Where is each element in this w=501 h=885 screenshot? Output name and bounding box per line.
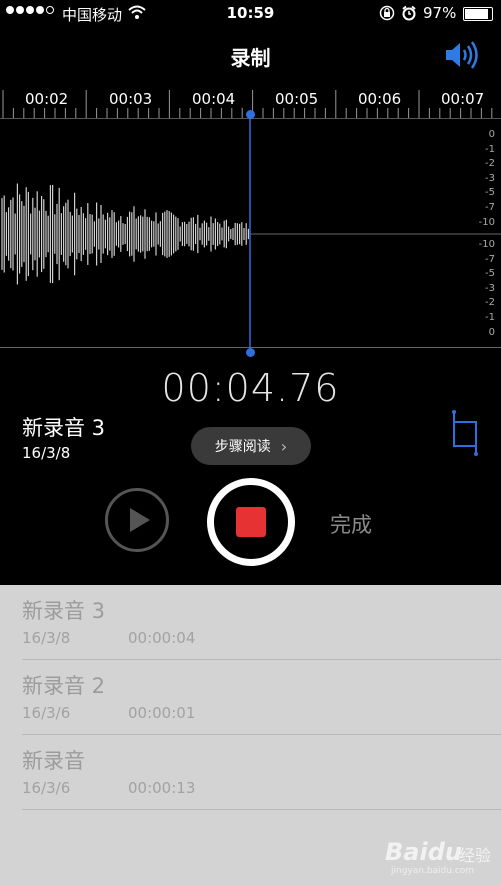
db-tick-label: -2 [485,158,495,170]
page-title: 录制 [230,46,271,70]
list-item-date: 16/3/8 [22,629,71,647]
list-item-name: 新录音 2 [22,674,106,698]
watermark-url: jingyan.baidu.com [391,866,475,876]
divider [22,809,501,810]
list-item-name: 新录音 3 [22,599,106,623]
db-tick-label: -5 [485,268,495,280]
chevron-right-icon: › [280,436,288,456]
step-reading-pill[interactable]: 步骤阅读 › [191,427,311,465]
stop-record-button[interactable] [207,478,295,566]
db-tick-label: -7 [485,201,495,213]
done-button[interactable]: 完成 [330,509,372,539]
db-tick-label: 0 [488,129,495,140]
recording-timer: 00:04.76 [161,366,340,410]
battery-percent: 97% [423,4,457,22]
db-tick-label: -10 [478,239,495,250]
stop-icon [236,507,266,537]
alarm-icon [402,5,416,21]
timeline-label: 00:07 [441,90,485,108]
play-button[interactable] [105,488,169,552]
db-tick-label: -2 [485,297,495,309]
speaker-icon[interactable] [444,40,480,70]
battery-icon [463,7,493,21]
list-item[interactable]: 新录音 16/3/6 00:00:13 [0,735,501,810]
list-item-duration: 00:00:13 [128,779,196,797]
step-reading-label: 步骤阅读 [214,439,271,455]
play-icon [130,508,150,532]
list-item[interactable]: 新录音 3 16/3/8 00:00:04 [0,585,501,660]
timeline-label: 00:05 [275,90,319,108]
timeline-label: 00:03 [109,90,153,108]
playhead-top-handle[interactable] [246,110,255,119]
list-item-date: 16/3/6 [22,779,71,797]
list-item-date: 16/3/6 [22,704,71,722]
watermark-experience: 经验 [459,846,492,865]
list-item-name: 新录音 [22,749,85,773]
timeline-label: 00:04 [192,90,236,108]
db-tick-label: -1 [485,311,495,323]
db-tick-label: -3 [485,172,495,184]
timeline-label: 00:02 [25,90,69,108]
db-tick-label: -3 [485,282,495,294]
db-tick-label: -5 [485,187,495,199]
db-scale-bottom: -10 -7 -5 -3 -2 -1 0 [465,238,495,340]
db-tick-label: -7 [485,253,495,265]
db-tick-label: 0 [488,326,495,338]
db-tick-label: -1 [485,143,495,155]
timeline-label: 00:06 [358,90,402,108]
db-tick-label: -10 [478,216,495,228]
recording-date: 16/3/8 [22,444,71,462]
orientation-lock-icon [379,5,395,21]
watermark-brand: Baidu [385,838,462,866]
waveform[interactable]: 0 -1 -2 -3 -5 -7 -10 -10 -7 -5 -3 -2 -1 0 [0,110,501,357]
list-item[interactable]: 新录音 2 16/3/6 00:00:01 [0,660,501,735]
recording-name[interactable]: 新录音 3 [22,412,105,442]
trim-icon[interactable] [450,410,480,458]
baidu-watermark: Baidu 经验 jingyan.baidu.com [385,828,495,880]
playhead-bottom-handle[interactable] [246,348,255,357]
status-bar: 中国移动 10:59 97% [0,0,501,28]
list-item-duration: 00:00:04 [128,629,196,647]
list-item-duration: 00:00:01 [128,704,196,722]
db-scale-top: 0 -1 -2 -3 -5 -7 -10 [465,128,495,230]
